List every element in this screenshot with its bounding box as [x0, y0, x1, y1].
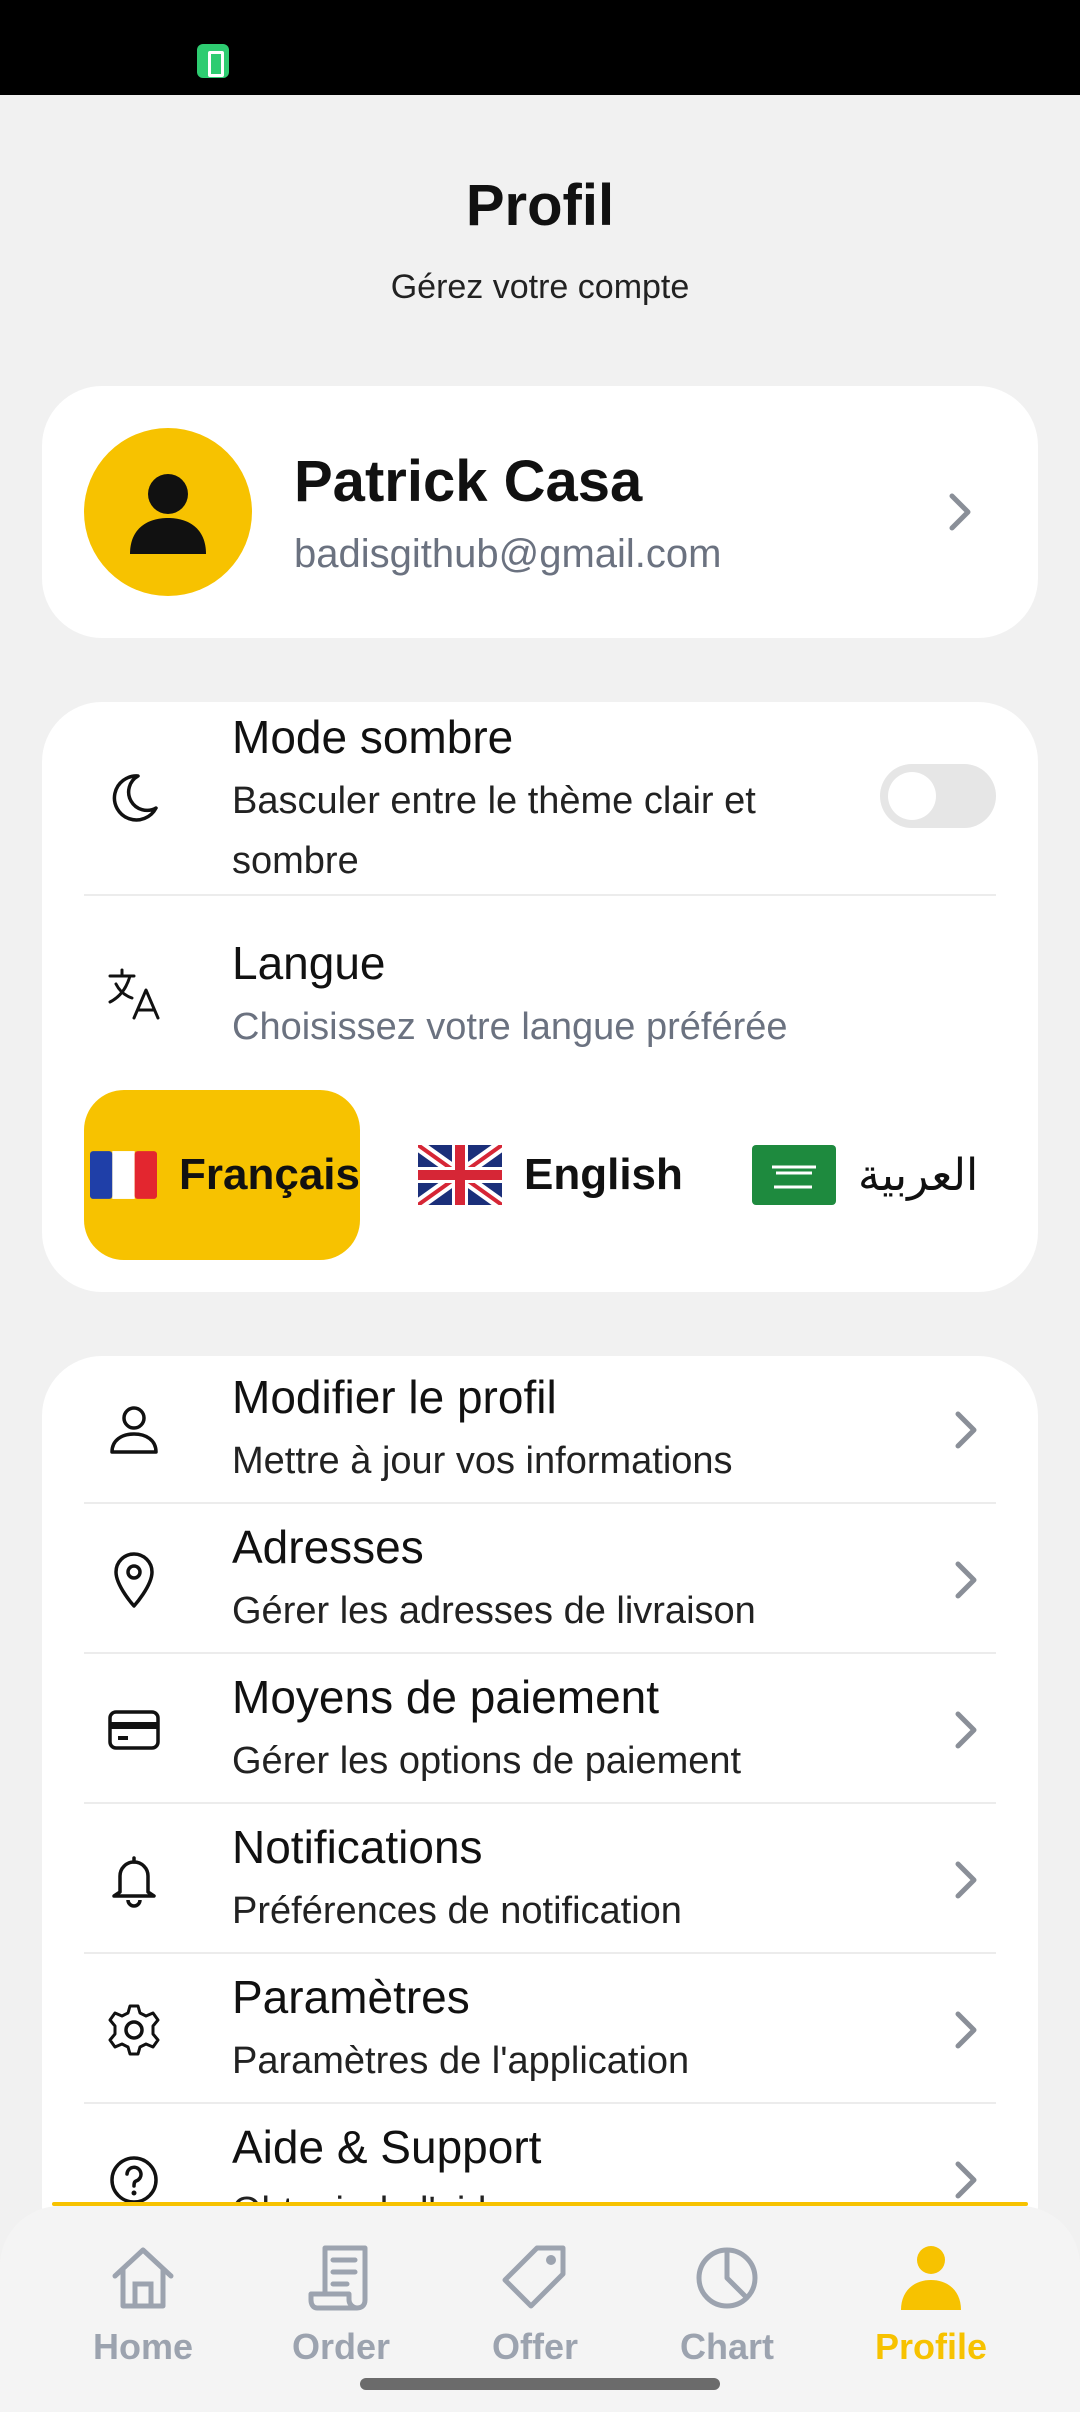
nav-label: Profile — [874, 2326, 988, 2367]
menu-item-title: Aide & Support — [232, 2121, 542, 2173]
menu-item-subtitle: Préférences de notification — [232, 1890, 682, 1932]
france-flag-icon — [90, 1151, 158, 1199]
divider — [84, 1502, 996, 1504]
chevron-right-icon — [955, 1561, 977, 1599]
uk-flag-icon — [418, 1145, 502, 1205]
nav-item-offer[interactable]: Offer — [450, 2240, 620, 2368]
gear-icon — [108, 2004, 160, 2056]
tag-icon — [502, 2245, 566, 2309]
nav-label: Order — [291, 2326, 391, 2367]
moon-icon — [112, 774, 158, 822]
menu-item-title: Moyens de paiement — [232, 1671, 660, 1723]
language-option-english[interactable]: English — [412, 1090, 702, 1260]
credit-card-icon — [108, 1710, 160, 1750]
nav-accent-line — [52, 2202, 1028, 2206]
chevron-right-icon — [955, 2161, 977, 2199]
menu-item-subtitle: Paramètres de l'application — [232, 2040, 690, 2082]
chevron-right-icon — [955, 1411, 977, 1449]
language-subtitle: Choisissez votre langue préférée — [232, 1006, 788, 1048]
dark-mode-toggle[interactable] — [880, 764, 996, 828]
help-circle-icon — [110, 2156, 158, 2204]
menu-item-subtitle: Mettre à jour vos informations — [232, 1440, 733, 1482]
nav-item-home[interactable]: Home — [58, 2240, 228, 2368]
settings-card: Mode sombre Basculer entre le thème clai… — [42, 702, 1038, 1292]
language-title: Langue — [232, 937, 386, 989]
language-option-french[interactable]: Français — [84, 1090, 360, 1260]
menu-item-title: Adresses — [232, 1521, 424, 1573]
dark-mode-title: Mode sombre — [232, 711, 514, 763]
divider — [84, 1652, 996, 1654]
profile-email: badisgithub@gmail.com — [294, 532, 722, 576]
page-title: Profil — [465, 173, 615, 238]
page-subtitle: Gérez votre compte — [390, 268, 690, 306]
divider — [84, 1802, 996, 1804]
nav-item-chart[interactable]: Chart — [642, 2240, 812, 2368]
toggle-knob — [888, 772, 936, 820]
translate-icon — [108, 968, 160, 1020]
nav-label: Offer — [491, 2326, 578, 2367]
dark-mode-subtitle-cont: sombre — [232, 840, 359, 882]
language-label: English — [524, 1150, 683, 1199]
saudi-flag-icon — [752, 1145, 836, 1205]
profile-card[interactable]: Patrick Casa badisgithub@gmail.com — [42, 386, 1038, 638]
language-label: العربية — [858, 1150, 979, 1200]
receipt-icon — [308, 2245, 368, 2311]
nav-label: Chart — [679, 2326, 774, 2367]
divider — [84, 894, 996, 896]
profile-name: Patrick Casa — [294, 449, 643, 514]
user-icon — [110, 1406, 158, 1454]
dark-mode-subtitle: Basculer entre le thème clair et — [232, 780, 756, 822]
menu-item-title: Notifications — [232, 1821, 483, 1873]
divider — [84, 2102, 996, 2104]
profile-icon — [901, 2246, 961, 2310]
map-pin-icon — [114, 1552, 154, 1608]
chevron-right-icon — [949, 493, 971, 531]
bell-icon — [112, 1856, 156, 1908]
battery-icon — [197, 44, 229, 78]
menu-item-subtitle: Gérer les adresses de livraison — [232, 1590, 756, 1632]
divider — [84, 1952, 996, 1954]
menu-item-subtitle: Gérer les options de paiement — [232, 1740, 742, 1782]
chevron-right-icon — [955, 2011, 977, 2049]
nav-item-profile[interactable]: Profile — [846, 2240, 1016, 2368]
menu-item-title: Modifier le profil — [232, 1371, 557, 1423]
pie-chart-icon — [696, 2247, 758, 2309]
avatar — [84, 428, 252, 596]
person-icon — [130, 474, 206, 554]
chevron-right-icon — [955, 1711, 977, 1749]
status-bar — [0, 0, 1080, 95]
language-option-arabic[interactable]: العربية — [746, 1090, 1006, 1260]
menu-item-title: Paramètres — [232, 1971, 470, 2023]
home-icon — [112, 2247, 174, 2309]
nav-item-order[interactable]: Order — [256, 2240, 426, 2368]
chevron-right-icon — [955, 1861, 977, 1899]
gesture-bar[interactable] — [360, 2378, 720, 2390]
nav-label: Home — [92, 2326, 194, 2367]
language-label: Français — [179, 1150, 360, 1199]
